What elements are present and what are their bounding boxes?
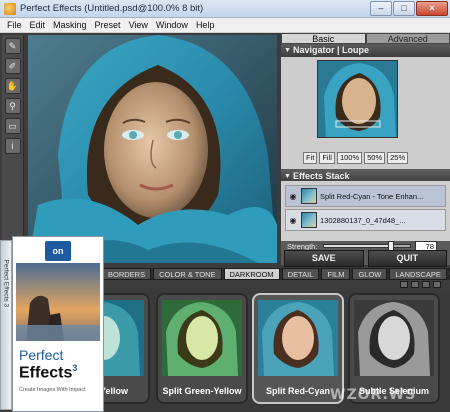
- window-title: Perfect Effects (Untitled.psd@100.0% 8 b…: [20, 3, 204, 14]
- zoom-fit-button[interactable]: Fit: [303, 152, 318, 164]
- tool-bar: ✎ ✐ ✋ ⚲ ▭ i: [2, 35, 24, 263]
- maximize-icon[interactable]: □: [393, 1, 415, 16]
- tab-advanced[interactable]: Advanced: [365, 33, 450, 44]
- minimize-icon[interactable]: –: [370, 1, 392, 16]
- right-panel: Basic Advanced ▼ Navigator | Loupe Fit F…: [281, 33, 450, 265]
- product-title-line1: Perfect: [19, 347, 64, 363]
- grid-view-icon[interactable]: [400, 281, 408, 288]
- preset-preview: [354, 300, 434, 376]
- stack-layer[interactable]: ◉ 1302880137_0_47d48_...: [285, 209, 446, 231]
- compare-icon[interactable]: ▭: [4, 118, 21, 134]
- hand-icon[interactable]: ✋: [4, 78, 21, 94]
- action-buttons: SAVE QUIT: [281, 250, 450, 267]
- large-view-icon[interactable]: [422, 281, 430, 288]
- layer-label: Split Red-Cyan - Tone Enhan...: [320, 191, 424, 201]
- layer-label: 1302880137_0_47d48_...: [320, 215, 406, 225]
- title-bar: Perfect Effects (Untitled.psd@100.0% 8 b…: [0, 0, 450, 18]
- category-borders[interactable]: BORDERS: [102, 268, 152, 280]
- quit-button[interactable]: QUIT: [367, 250, 447, 267]
- product-title-word: Effects: [19, 364, 73, 382]
- category-landscape[interactable]: LANDSCAPE: [389, 268, 447, 280]
- product-box-spine-text: Perfect Effects 3: [2, 259, 10, 308]
- portrait-photo: [28, 35, 277, 263]
- menu-help[interactable]: Help: [192, 20, 219, 30]
- product-box-front: on Perfect Effects3 Create Images With I…: [12, 236, 104, 412]
- eye-icon[interactable]: ◉: [288, 192, 298, 201]
- watermark: WZOR.WS: [330, 387, 417, 403]
- list-view-icon[interactable]: [411, 281, 419, 288]
- zoom-100-button[interactable]: 100%: [336, 152, 363, 164]
- category-darkroom[interactable]: DARKROOM: [223, 268, 280, 280]
- category-color-tone[interactable]: COLOR & TONE: [153, 268, 222, 280]
- tab-basic[interactable]: Basic: [281, 33, 366, 44]
- category-film[interactable]: FILM: [321, 268, 351, 280]
- zoom-25-button[interactable]: 25%: [387, 152, 409, 164]
- menu-file[interactable]: File: [3, 20, 26, 30]
- product-box-spine: Perfect Effects 3: [0, 240, 12, 410]
- menu-edit[interactable]: Edit: [26, 20, 50, 30]
- effects-stack-title: Effects Stack: [293, 171, 350, 181]
- strength-slider-fill: [324, 245, 392, 247]
- category-glow[interactable]: GLOW: [352, 268, 388, 280]
- layer-thumbnail: [301, 212, 317, 228]
- screenshot: Perfect Effects (Untitled.psd@100.0% 8 b…: [0, 0, 450, 412]
- stack-layer[interactable]: ◉ Split Red-Cyan - Tone Enhan...: [285, 185, 446, 207]
- image-preview[interactable]: [28, 35, 277, 263]
- zoom-fill-button[interactable]: Fill: [319, 152, 335, 164]
- product-tagline: Create Images With Impact: [19, 387, 86, 393]
- close-icon[interactable]: ×: [416, 1, 448, 16]
- product-version: 3: [72, 363, 78, 373]
- options-icon[interactable]: [433, 281, 441, 288]
- brand-logo: on: [45, 241, 71, 261]
- app-icon: [4, 2, 16, 15]
- menu-view[interactable]: View: [125, 20, 152, 30]
- preset-thumbnail[interactable]: Split Green-Yellow: [156, 293, 248, 404]
- category-bar: BORDERS COLOR & TONE DARKROOM DETAIL FIL…: [100, 268, 450, 280]
- info-icon[interactable]: i: [4, 138, 21, 154]
- preset-view-tools: [400, 281, 441, 288]
- layer-thumbnail: [301, 188, 317, 204]
- menu-masking[interactable]: Masking: [49, 20, 91, 30]
- menu-bar: File Edit Masking Preset View Window Hel…: [0, 18, 450, 33]
- brush-icon[interactable]: ✎: [4, 38, 21, 54]
- strength-slider[interactable]: [323, 241, 411, 251]
- preset-label: Split Green-Yellow: [162, 386, 242, 396]
- product-box: Perfect Effects 3 on Perfect Effects3 Cr…: [0, 236, 104, 412]
- preset-preview: [258, 300, 338, 376]
- zoom-icon[interactable]: ⚲: [4, 98, 21, 114]
- collapse-triangle-icon[interactable]: ▼: [284, 44, 291, 57]
- category-detail[interactable]: DETAIL: [281, 268, 320, 280]
- eye-icon[interactable]: ◉: [288, 216, 298, 225]
- navigator-thumbnail[interactable]: [317, 60, 398, 138]
- navigator-header[interactable]: ▼ Navigator | Loupe: [281, 44, 450, 57]
- menu-window[interactable]: Window: [152, 20, 192, 30]
- zoom-50-button[interactable]: 50%: [364, 152, 386, 164]
- navigator-area: Fit Fill 100% 50% 25%: [281, 57, 450, 169]
- menu-preset[interactable]: Preset: [91, 20, 125, 30]
- pencil-icon[interactable]: ✐: [4, 58, 21, 74]
- preset-preview: [162, 300, 242, 376]
- effects-stack: ◉ Split Red-Cyan - Tone Enhan... ◉ 13028…: [281, 181, 450, 241]
- save-button[interactable]: SAVE: [284, 250, 364, 267]
- product-title-line2: Effects3: [19, 363, 77, 382]
- preset-label: Split Red-Cyan: [265, 386, 330, 396]
- navigator-title: Navigator | Loupe: [293, 45, 370, 55]
- product-box-photo: [16, 263, 100, 341]
